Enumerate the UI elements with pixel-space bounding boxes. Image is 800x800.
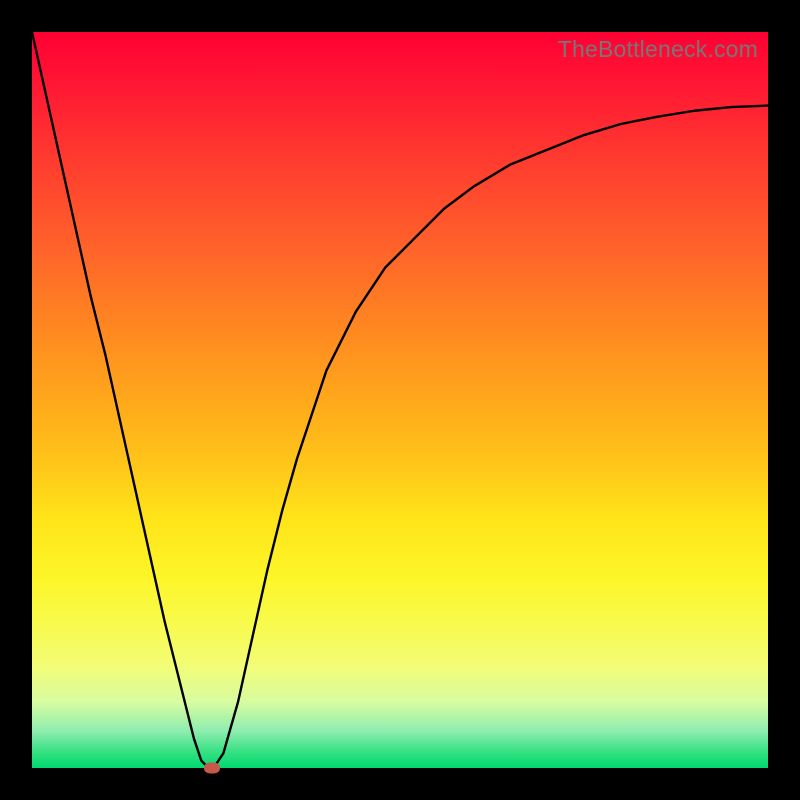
bottleneck-curve [32, 32, 768, 768]
plot-area: TheBottleneck.com [32, 32, 768, 768]
chart-frame: TheBottleneck.com [0, 0, 800, 800]
optimal-point-marker [204, 763, 220, 774]
